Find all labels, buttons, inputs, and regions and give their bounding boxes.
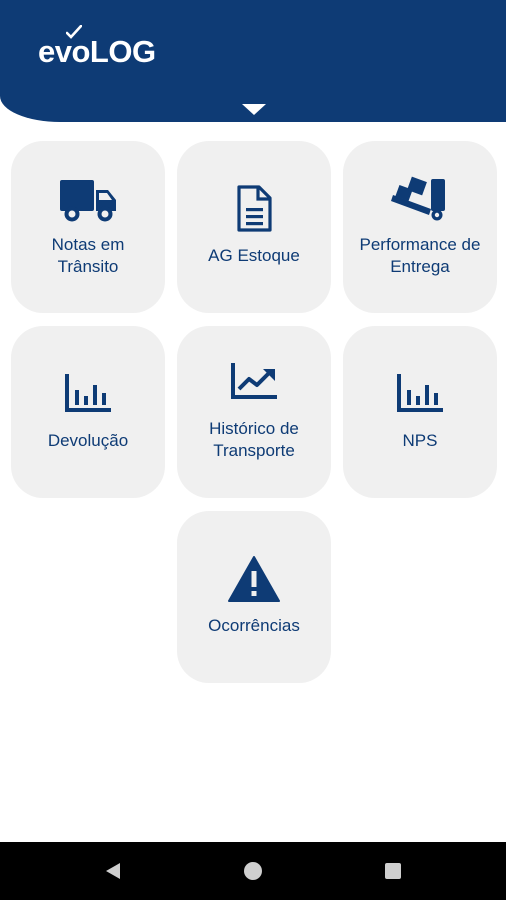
tile-ag-estoque[interactable]: AG Estoque bbox=[177, 141, 331, 313]
tile-label: Ocorrências bbox=[208, 616, 300, 635]
caret-down-icon[interactable] bbox=[242, 104, 266, 115]
tile-notas-em-transito[interactable]: Notas em Trânsito bbox=[11, 141, 165, 313]
recents-icon[interactable] bbox=[385, 863, 401, 879]
back-icon[interactable] bbox=[106, 863, 120, 879]
system-navigation-bar bbox=[0, 842, 506, 900]
bar-chart-icon bbox=[65, 374, 111, 412]
tile-devolucao[interactable]: Devolução bbox=[11, 326, 165, 498]
warning-icon bbox=[228, 556, 280, 602]
app-header: evoLOG bbox=[0, 0, 506, 122]
dolly-icon bbox=[391, 176, 445, 221]
tile-label: Histórico de Transporte bbox=[209, 419, 299, 460]
trending-chart-icon bbox=[231, 363, 277, 399]
tile-nps[interactable]: NPS bbox=[343, 326, 497, 498]
document-icon bbox=[237, 185, 272, 232]
logo-text: evoLOG bbox=[38, 34, 156, 69]
tile-label: Devolução bbox=[47, 431, 129, 450]
tile-performance-de-entrega[interactable]: Performance de Entrega bbox=[343, 141, 497, 313]
evolog-logo: evoLOG bbox=[38, 25, 156, 70]
tile-ocorrencias[interactable]: Ocorrências bbox=[177, 511, 331, 683]
logo-check-icon bbox=[66, 25, 82, 39]
bar-chart-icon bbox=[397, 374, 443, 412]
tile-historico-de-transporte[interactable]: Histórico de Transporte bbox=[177, 326, 331, 498]
truck-icon bbox=[60, 180, 116, 222]
tile-label: NPS bbox=[402, 431, 438, 450]
tile-label: AG Estoque bbox=[208, 246, 300, 265]
home-icon[interactable] bbox=[244, 862, 262, 880]
tile-label: Performance de Entrega bbox=[359, 235, 481, 276]
tile-label: Notas em Trânsito bbox=[51, 235, 125, 276]
